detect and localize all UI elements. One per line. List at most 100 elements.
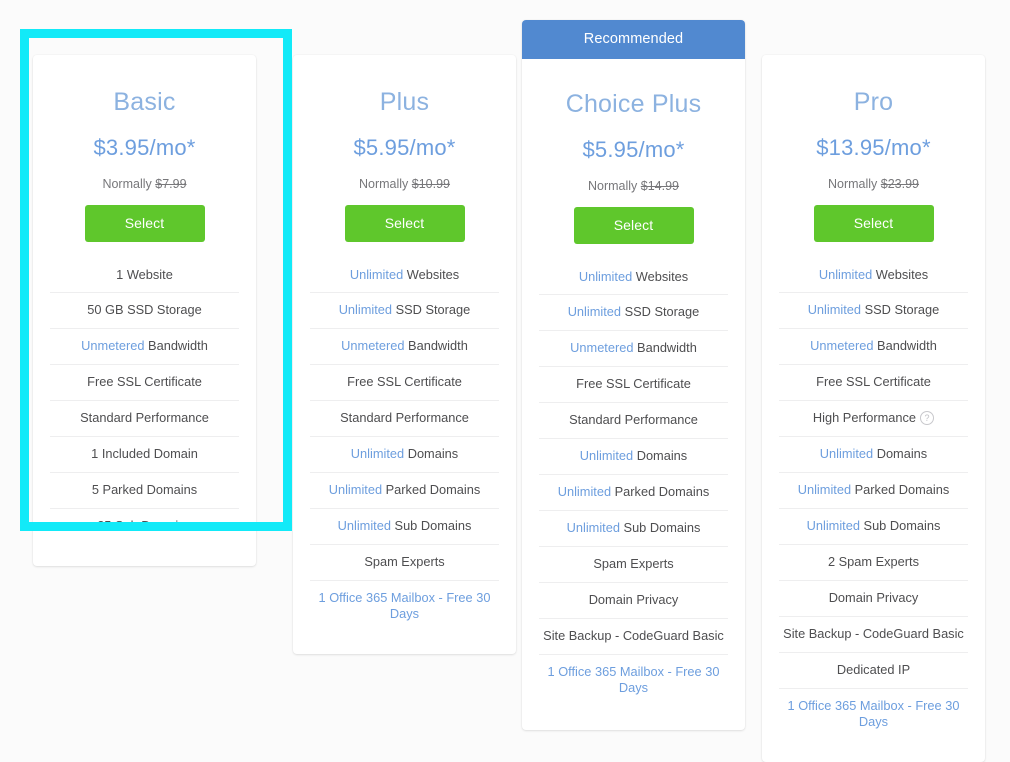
feature-label: Bandwidth: [408, 338, 468, 354]
plan-feature-item: Unlimited SSD Storage: [779, 292, 968, 328]
plan-feature-item: Unmetered Bandwidth: [539, 330, 728, 366]
plan-card-body: Basic $3.95/mo* Normally $7.99 Select 1 Webs…: [33, 55, 256, 544]
feature-accent: Unlimited: [337, 518, 391, 534]
feature-label: Domain Privacy: [828, 590, 919, 606]
select-plan-button[interactable]: Select: [813, 204, 934, 242]
plan-card-body: Plus $5.95/mo* Normally $10.99 Select Unlimi…: [293, 55, 516, 632]
select-plan-button[interactable]: Select: [573, 206, 694, 244]
plan-normal-price: Normally $23.99: [779, 177, 968, 191]
plan-feature-item: Unlimited Domains: [310, 436, 499, 472]
plan-feature-item: Unmetered Bandwidth: [779, 328, 968, 364]
plan-feature-item: Free SSL Certificate: [310, 364, 499, 400]
feature-label: 2 Spam Experts: [827, 554, 920, 570]
feature-label: 1 Office 365 Mailbox - Free 30 Days: [787, 698, 960, 730]
feature-label: 25 Sub Domains: [97, 518, 192, 534]
plan-feature-item: Unmetered Bandwidth: [50, 328, 239, 364]
plan-name: Choice Plus: [565, 90, 702, 118]
plan-feature-item: Standard Performance: [539, 402, 728, 438]
feature-label: Free SSL Certificate: [347, 374, 462, 390]
plan-feature-item: Unmetered Bandwidth: [310, 328, 499, 364]
normally-label: Normally: [587, 178, 638, 193]
select-plan-button[interactable]: Select: [344, 204, 465, 242]
feature-label: Free SSL Certificate: [576, 376, 691, 392]
feature-label: Free SSL Certificate: [816, 374, 931, 390]
feature-label: 1 Office 365 Mailbox - Free 30 Days: [547, 664, 720, 696]
feature-label: SSD Storage: [864, 302, 940, 318]
feature-accent: Unlimited: [566, 520, 620, 536]
feature-label: Domains: [407, 446, 459, 462]
normally-label: Normally: [358, 176, 409, 191]
feature-label: Sub Domains: [863, 518, 941, 534]
plan-normal-price: Normally $14.99: [539, 179, 728, 193]
feature-label: SSD Storage: [395, 302, 471, 318]
feature-label: Domains: [876, 446, 928, 462]
feature-label: Parked Domains: [854, 482, 950, 498]
plan-feature-item: Standard Performance: [50, 400, 239, 436]
plan-feature-item[interactable]: 1 Office 365 Mailbox - Free 30 Days: [779, 688, 968, 740]
feature-label: Domains: [636, 448, 688, 464]
plan-card-body: Choice Plus $5.95/mo* Normally $14.99 Selec…: [522, 59, 745, 706]
plan-feature-item: Unlimited Sub Domains: [779, 508, 968, 544]
normally-label: Normally: [102, 176, 152, 191]
feature-label: Bandwidth: [877, 338, 937, 354]
feature-label: 5 Parked Domains: [91, 482, 198, 498]
feature-label: Spam Experts: [364, 554, 445, 570]
plan-feature-list: Unlimited Websites Unlimited SSD Storage U…: [310, 258, 499, 633]
feature-accent: Unlimited: [350, 446, 405, 462]
feature-label: Bandwidth: [637, 340, 697, 356]
feature-accent: Unlimited: [578, 268, 633, 284]
plan-feature-list: Unlimited Websites Unlimited SSD Storage U…: [539, 260, 728, 707]
feature-label: Bandwidth: [148, 338, 208, 354]
feature-accent: Unmetered: [570, 340, 634, 356]
plan-feature-list: 1 Website 50 GB SSD Storage Unmetered Band…: [50, 258, 239, 545]
plan-card: Recommended Choice Plus $5.95/mo* Normally …: [522, 20, 745, 731]
plan-feature-item: Unlimited Domains: [779, 436, 968, 472]
plan-feature-item: Spam Experts: [539, 546, 728, 582]
plan-feature-item: Domain Privacy: [539, 582, 728, 618]
feature-accent: Unlimited: [328, 482, 383, 498]
select-plan-button[interactable]: Select: [84, 204, 205, 242]
plan-feature-item: Unlimited Websites: [779, 258, 968, 293]
plan-feature-item: Unlimited Parked Domains: [310, 472, 499, 508]
feature-label: High Performance: [812, 410, 917, 426]
feature-label: Websites: [406, 266, 460, 282]
feature-accent: Unlimited: [349, 266, 404, 282]
plan-card-body: Pro $13.95/mo* Normally $23.99 Select Unlimi…: [762, 55, 985, 740]
plan-card: Basic $3.95/mo* Normally $7.99 Select 1 Webs…: [33, 55, 256, 567]
feature-accent: Unlimited: [579, 448, 634, 464]
plan-feature-item: Unlimited Sub Domains: [310, 508, 499, 544]
feature-accent: Unlimited: [819, 446, 874, 462]
plan-feature-item: 5 Parked Domains: [50, 472, 239, 508]
plan-name: Basic: [113, 88, 176, 116]
feature-accent: Unlimited: [338, 302, 393, 318]
plan-feature-item: Unlimited Websites: [539, 260, 728, 295]
feature-label: Spam Experts: [593, 556, 674, 572]
plan-feature-item: Unlimited Websites: [310, 258, 499, 293]
feature-label: Parked Domains: [614, 484, 710, 500]
plan-feature-item: Spam Experts: [310, 544, 499, 580]
plan-price: $3.95/mo*: [93, 134, 196, 160]
help-circle-icon[interactable]: ?: [920, 411, 935, 426]
feature-label: Site Backup - CodeGuard Basic: [783, 626, 964, 642]
feature-accent: Unmetered: [341, 338, 405, 354]
feature-label: Site Backup - CodeGuard Basic: [543, 628, 724, 644]
plan-feature-item: Unlimited Sub Domains: [539, 510, 728, 546]
feature-accent: Unlimited: [806, 518, 860, 534]
plan-feature-item[interactable]: 1 Office 365 Mailbox - Free 30 Days: [539, 654, 728, 706]
normal-price-value: $10.99: [411, 176, 451, 191]
feature-accent: Unmetered: [810, 338, 874, 354]
plan-feature-item: 25 Sub Domains: [50, 508, 239, 544]
plan-normal-price: Normally $7.99: [50, 177, 239, 191]
plan-feature-item: Domain Privacy: [779, 580, 968, 616]
plan-feature-item: Site Backup - CodeGuard Basic: [779, 616, 968, 652]
pricing-plans-container: Basic $3.95/mo* Normally $7.99 Select 1 Webs…: [0, 0, 1010, 762]
plan-feature-item: Site Backup - CodeGuard Basic: [539, 618, 728, 654]
plan-price: $5.95/mo*: [353, 134, 456, 160]
plan-feature-item[interactable]: 1 Office 365 Mailbox - Free 30 Days: [310, 580, 499, 632]
feature-accent: Unlimited: [557, 484, 612, 500]
plan-feature-item: 50 GB SSD Storage: [50, 292, 239, 328]
feature-label: 50 GB SSD Storage: [87, 302, 202, 318]
plan-feature-item: Unlimited Parked Domains: [779, 472, 968, 508]
plan-feature-item: 2 Spam Experts: [779, 544, 968, 580]
feature-label: Standard Performance: [80, 410, 209, 426]
